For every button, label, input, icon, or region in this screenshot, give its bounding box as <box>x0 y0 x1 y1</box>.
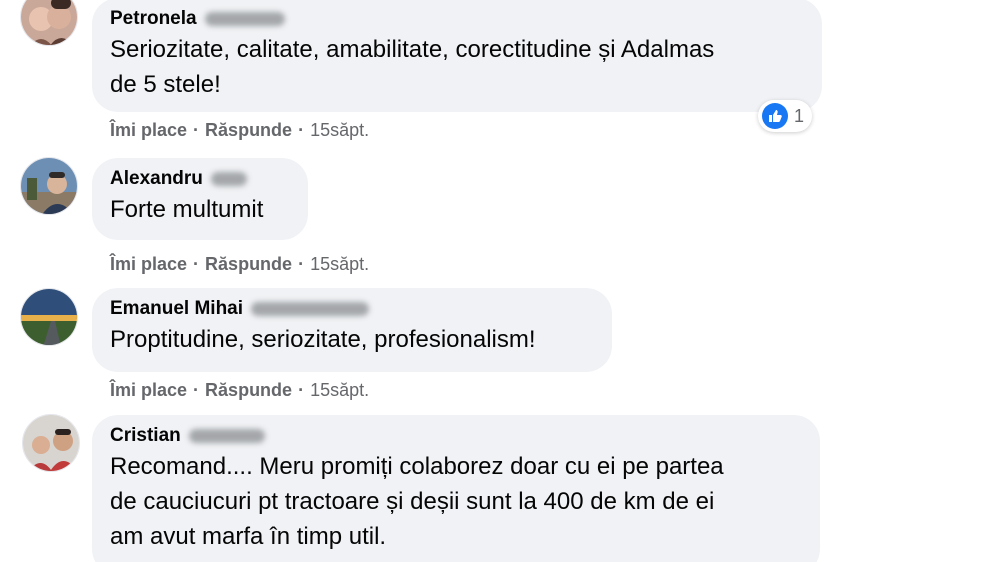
reply-button[interactable]: Răspunde <box>205 380 292 401</box>
comment-timestamp[interactable]: 15săpt. <box>310 254 369 275</box>
avatar-petronela[interactable] <box>20 0 78 46</box>
comment-bubble: Petronela Seriozitate, calitate, amabili… <box>92 0 822 112</box>
comment-author[interactable]: Emanuel Mihai <box>110 298 243 320</box>
blurred-surname <box>251 302 370 316</box>
like-button[interactable]: Îmi place <box>110 380 187 401</box>
comment-actions: Îmi place · Răspunde · 15săpt. <box>110 120 369 141</box>
separator-dot: · <box>298 380 305 400</box>
blurred-surname <box>210 172 247 186</box>
comment-author[interactable]: Petronela <box>110 8 197 30</box>
comment-actions: Îmi place · Răspunde · 15săpt. <box>110 254 369 275</box>
blurred-surname <box>204 12 285 26</box>
comment-bubble: Cristian Recomand.... Meru promiți colab… <box>92 415 820 562</box>
like-button[interactable]: Îmi place <box>110 254 187 275</box>
comment-actions: Îmi place · Răspunde · 15săpt. <box>110 380 369 401</box>
separator-dot: · <box>298 254 305 274</box>
comment-author[interactable]: Alexandru <box>110 168 203 190</box>
like-icon <box>762 103 788 129</box>
like-button[interactable]: Îmi place <box>110 120 187 141</box>
comment-bubble: Alexandru Forte multumit <box>92 158 308 240</box>
reply-button[interactable]: Răspunde <box>205 254 292 275</box>
comment-text-line: am avut marfa în timp util. <box>110 523 387 550</box>
blurred-surname <box>188 429 265 443</box>
separator-dot: · <box>193 120 200 140</box>
comment-timestamp[interactable]: 15săpt. <box>310 120 369 141</box>
reaction-badge[interactable]: 1 <box>758 100 813 132</box>
comment-text-line: Proptitudine, seriozitate, profesionalis… <box>110 326 536 353</box>
comment-text-line: Forte multumit <box>110 196 264 223</box>
separator-dot: · <box>193 380 200 400</box>
comment-text-line: de 5 stele! <box>110 71 221 98</box>
comment-text-line: de cauciucuri pt tractoare și deșii sunt… <box>110 488 715 515</box>
comment-text-line: Seriozitate, calitate, amabilitate, core… <box>110 36 715 63</box>
comment-timestamp[interactable]: 15săpt. <box>310 380 369 401</box>
separator-dot: · <box>298 120 305 140</box>
comment-text-line: Recomand.... Meru promiți colaborez doar… <box>110 453 724 480</box>
separator-dot: · <box>193 254 200 274</box>
reaction-count: 1 <box>794 105 805 126</box>
comment-author[interactable]: Cristian <box>110 425 181 447</box>
reply-button[interactable]: Răspunde <box>205 120 292 141</box>
avatar-cristian[interactable] <box>22 414 80 472</box>
comment-bubble: Emanuel Mihai Proptitudine, seriozitate,… <box>92 288 612 372</box>
avatar-emanuel-mihai[interactable] <box>20 288 78 346</box>
avatar-alexandru[interactable] <box>20 157 78 215</box>
